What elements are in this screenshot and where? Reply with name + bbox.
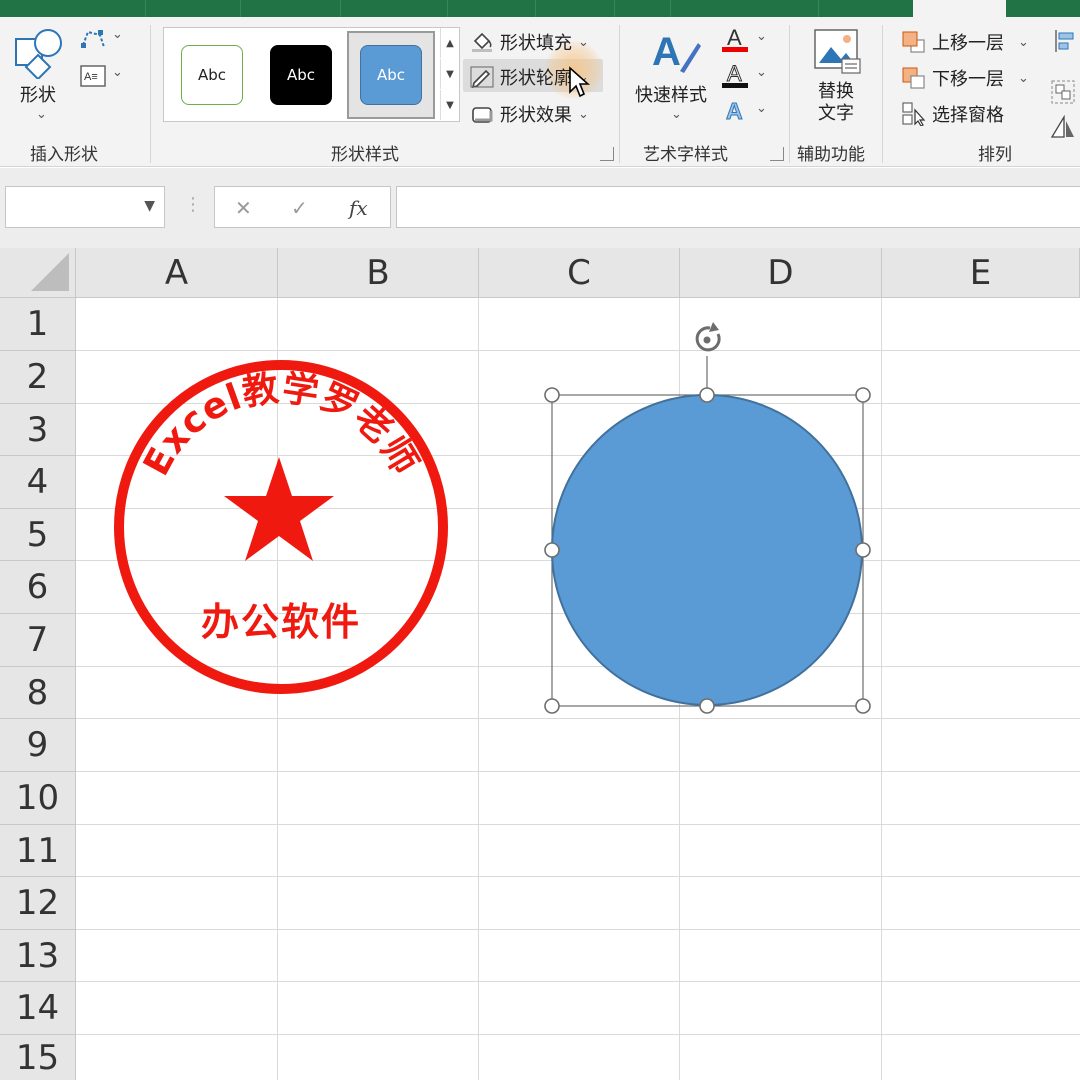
resize-handle xyxy=(855,387,871,403)
group-divider xyxy=(789,25,790,163)
style-swatch-black[interactable]: Abc xyxy=(270,45,332,105)
quick-styles-button[interactable]: 快速样式 xyxy=(635,81,707,107)
send-backward-icon xyxy=(902,67,925,89)
resize-handle xyxy=(855,698,871,714)
wordart-group-label: 艺术字样式 xyxy=(643,145,728,165)
text-fill-button[interactable]: A xyxy=(722,25,750,57)
chevron-down-icon[interactable]: ⌄ xyxy=(112,65,123,80)
resize-handle xyxy=(855,542,871,558)
svg-text:A: A xyxy=(726,98,743,124)
chevron-down-icon[interactable]: ⌄ xyxy=(36,107,47,122)
resize-handle xyxy=(699,698,715,714)
selection-pane-icon xyxy=(902,102,926,126)
worksheet-grid[interactable]: A B C D E 1 2 3 4 5 6 7 8 9 10 11 12 13 … xyxy=(0,248,1080,1080)
formula-buttons: ✕ ✓ fx xyxy=(214,186,391,228)
shape-effects-label: 形状效果 xyxy=(500,105,572,126)
pen-icon xyxy=(470,66,494,88)
chevron-down-icon[interactable]: ⌄ xyxy=(756,65,767,80)
cancel-icon[interactable]: ✕ xyxy=(235,196,252,220)
accessibility-group-label: 辅助功能 xyxy=(797,145,865,165)
shape-styles-group-label: 形状样式 xyxy=(331,145,399,165)
chevron-down-icon: ⌄ xyxy=(1018,70,1029,86)
group-objects-icon[interactable] xyxy=(1050,79,1076,105)
insert-function-icon[interactable]: fx xyxy=(349,196,368,220)
shape-effects-icon xyxy=(472,107,493,123)
edit-shape-icon[interactable] xyxy=(80,27,108,51)
shapes-icon[interactable] xyxy=(14,27,68,79)
group-divider xyxy=(882,25,883,163)
chevron-down-icon: ⌄ xyxy=(578,106,589,122)
chevron-down-icon[interactable]: ⌄ xyxy=(756,101,767,116)
gallery-scroll-down[interactable]: ▼ xyxy=(440,59,459,89)
formula-bar: ▼ ⋮ ✕ ✓ fx xyxy=(0,168,1080,248)
resize-handle xyxy=(699,387,715,403)
shape-effects-button[interactable]: 形状效果 ⌄ xyxy=(470,101,589,127)
shape-fill-label: 形状填充 xyxy=(500,33,572,54)
shapes-button[interactable]: 形状 xyxy=(20,81,56,107)
chevron-down-icon[interactable]: ⌄ xyxy=(756,29,767,44)
alt-text-button[interactable]: 替换 文字 xyxy=(818,81,854,125)
formula-input[interactable] xyxy=(396,186,1080,228)
send-backward-label: 下移一层 xyxy=(932,69,1004,90)
group-divider xyxy=(150,25,151,163)
selection-pane-button[interactable]: 选择窗格 xyxy=(902,101,1004,127)
text-outline-icon: A xyxy=(722,61,748,88)
drawing-layer xyxy=(544,322,871,714)
tab-shape-format[interactable] xyxy=(913,0,1006,17)
alt-text-icon[interactable] xyxy=(814,29,862,75)
svg-text:A≡: A≡ xyxy=(84,71,98,83)
chevron-down-icon[interactable]: ▼ xyxy=(144,198,155,214)
text-outline-button[interactable]: A xyxy=(722,61,750,93)
ribbon: 形状 ⌄ ⌄ A≡ ⌄ 插入形状 Abc Abc Abc ▲ ▼ ▼ 形状填充 … xyxy=(0,17,1080,167)
selected-oval-shape xyxy=(551,394,863,706)
dialog-launcher-icon[interactable] xyxy=(600,147,614,161)
svg-text:A: A xyxy=(727,61,742,86)
style-swatch-blue[interactable]: Abc xyxy=(360,45,422,105)
send-backward-button[interactable]: 下移一层 ⌄ xyxy=(902,65,1029,91)
alt-text-label-line2: 文字 xyxy=(818,103,854,124)
chevron-down-icon[interactable]: ⌄ xyxy=(671,107,682,122)
name-box[interactable]: ▼ xyxy=(5,186,165,228)
shape-style-gallery[interactable]: Abc Abc Abc ▲ ▼ ▼ xyxy=(163,27,460,122)
shape-fill-button[interactable]: 形状填充 ⌄ xyxy=(470,29,589,55)
chevron-down-icon: ⌄ xyxy=(578,34,589,50)
svg-text:A: A xyxy=(727,25,742,50)
alt-text-label-line1: 替换 xyxy=(818,81,854,102)
align-icon[interactable] xyxy=(1054,29,1076,53)
dialog-launcher-icon[interactable] xyxy=(770,147,784,161)
mouse-cursor-icon xyxy=(569,66,590,98)
selection-pane-label: 选择窗格 xyxy=(932,105,1004,126)
chevron-down-icon[interactable]: ⌄ xyxy=(112,27,123,42)
text-box-icon[interactable]: A≡ xyxy=(80,65,106,87)
resize-handle xyxy=(544,387,560,403)
bring-forward-label: 上移一层 xyxy=(932,33,1004,54)
insert-shape-group-label: 插入形状 xyxy=(30,145,98,165)
title-bar xyxy=(0,0,1080,17)
text-fill-icon: A xyxy=(722,25,748,52)
text-effects-icon: A xyxy=(726,98,744,125)
chevron-down-icon: ⌄ xyxy=(1018,34,1029,50)
resize-handle xyxy=(544,698,560,714)
bring-forward-icon xyxy=(902,31,925,53)
style-swatch-outline-green[interactable]: Abc xyxy=(181,45,243,105)
shape-outline-label: 形状轮廓 xyxy=(500,68,572,89)
excel-window: 形状 ⌄ ⌄ A≡ ⌄ 插入形状 Abc Abc Abc ▲ ▼ ▼ 形状填充 … xyxy=(0,0,1080,1080)
rotate-handle-icon xyxy=(695,322,721,352)
group-divider xyxy=(619,25,620,163)
check-icon[interactable]: ✓ xyxy=(291,196,308,220)
bring-forward-button[interactable]: 上移一层 ⌄ xyxy=(902,29,1029,55)
text-effects-button[interactable]: A xyxy=(722,97,750,129)
rotate-icon[interactable] xyxy=(1050,115,1076,139)
paint-bucket-icon xyxy=(472,32,492,52)
resize-handle xyxy=(544,542,560,558)
gallery-scroll-up[interactable]: ▲ xyxy=(440,28,459,58)
gallery-more-button[interactable]: ▼ xyxy=(440,90,459,120)
arrange-group-label: 排列 xyxy=(978,145,1012,165)
drag-handle-icon[interactable]: ⋮ xyxy=(184,194,202,215)
svg-text:A: A xyxy=(652,30,681,74)
quick-styles-icon[interactable]: A xyxy=(650,25,702,77)
